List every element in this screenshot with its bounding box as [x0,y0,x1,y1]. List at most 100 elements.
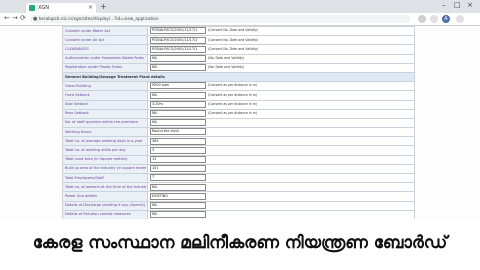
form-row-value-cell: NIL (Consent as per distance in m) [147,108,415,119]
form-row: Consent under Water Act PCB/ALP/ICO/2001/… [62,25,415,37]
form-input[interactable]: 13 [150,156,206,163]
extension-icon[interactable] [418,15,426,23]
form-row-label: Consent under Air Act [62,35,148,46]
form-input[interactable]: NIL [150,211,206,219]
form-input[interactable]: EXISTING [150,192,206,200]
address-bar[interactable]: ● keralapcb.nic.in/xgn/sites/display/...… [30,15,410,23]
form-row-value-cell: NIL [147,117,415,129]
form-row: Built up area of the Industry (in square… [62,163,415,175]
form-row-value-cell: NIL (No. Date and Validity) [147,53,415,64]
form-row-value-cell: NIL [147,182,415,193]
form-input[interactable]: NIL [150,110,206,118]
form-row-label: No. of staff quarters within the premise… [62,117,148,129]
form-row-label: Registration under Plastic Rules [62,62,148,73]
form-input[interactable]: PCB/ALP/ICO/2001/11/17/1 [150,45,206,53]
form-row-value-cell: 3.20m (Consent as per distance in m) [147,99,415,110]
form-row-label: Authorization under Hazardous Waste Rule… [62,53,148,64]
form-row-value-cell: PCB/ALP/ICO/2001/11/17/1 (Consent No. Dat… [147,25,415,37]
form-input[interactable]: 101 [150,165,206,173]
new-tab-button[interactable]: + [100,2,107,11]
form-row: Total Land Area (in Square meters) 13 [62,154,415,165]
form-input[interactable]: PCB/ALP/ICO/2001/11/17/1 [150,27,206,35]
form-row-value-cell: 101 [147,163,415,175]
form-row: Total Employees/Staff 7 [62,172,415,184]
form-row-hint: (Consent as per distance in m) [208,101,258,106]
form-input[interactable]: NIL [150,91,206,99]
form-row-label: Total no. of average working days in a y… [62,136,148,147]
reload-icon[interactable]: ⟳ [20,14,26,22]
tab-title: XGN [38,5,50,11]
browser-tab[interactable]: XGN × [26,3,96,13]
form-row-value-cell: Round the clock [147,127,415,138]
form-row: Total no. of workers at the time of the … [62,182,415,193]
form-row-label: Front Setback [62,90,148,101]
maximize-button[interactable]: □ [454,1,461,9]
form-input[interactable]: 3.20m [150,101,206,108]
form-row-hint: (Consent No. Date and Validity) [208,46,259,51]
browser-tabstrip: XGN × + – □ × [0,0,480,13]
form-row-label: Total no. of working shifts per day [62,145,148,156]
form-input[interactable]: 3 [150,146,206,154]
caption-banner: കേരള സംസ്ഥാന മലിനീകരണ നിയന്ത്രണ ബോർഡ് [0,219,480,270]
application-form-table: Consent under Water Act PCB/ALP/ICO/2001/… [62,25,415,248]
form-input[interactable]: PCB/ALP/ICO/2001/11/17/1 [150,36,206,44]
form-row-value-cell: 7 [147,172,415,184]
form-row-label: Working Hours [62,127,148,138]
form-row-value-cell: 365 [147,136,415,147]
site-favicon-icon [29,5,35,11]
form-row-value-cell: 9500 sqm (Consent as per distance in m) [147,81,415,92]
form-input[interactable]: 7 [150,174,206,182]
caption-text: കേരള സംസ്ഥാന മലിനീകരണ നിയന്ത്രണ ബോർഡ് [32,233,448,253]
form-row-label: Details of Discharge pending if any (Spe… [62,200,148,211]
form-row-label: Side Setback [62,99,148,110]
form-row-label: Consent under Water Act [62,25,148,37]
form-input[interactable]: NIL [150,183,206,191]
form-row: Total no. of working shifts per day 3 [62,145,415,156]
form-row-value-cell: 3 [147,145,415,156]
form-row: No. of staff quarters within the premise… [62,117,415,129]
form-row: CLEARANCES PCB/ALP/ICO/2001/11/17/1 (Conse… [62,44,415,55]
window-close-button[interactable]: × [467,1,473,9]
form-input[interactable]: Round the clock [150,128,206,136]
form-input[interactable]: 9500 sqm [150,82,206,90]
form-row: Details of Discharge pending if any (Spe… [62,200,415,211]
form-row: Total no. of average working days in a y… [62,136,415,147]
form-row: Front Setback NIL (Consent as per distance… [62,90,415,101]
form-row-value-cell: 13 [147,154,415,165]
browser-toolbar: ← → ⟳ ● keralapcb.nic.in/xgn/sites/displ… [0,13,480,26]
form-row-label: Total Employees/Staff [62,172,148,184]
form-row-label: Total no. of workers at the time of the … [62,182,148,193]
form-row-value-cell: NIL (No. Date and Validity) [147,62,415,73]
form-row-value-cell: NIL (Consent as per distance in m) [147,90,415,101]
form-row-hint: (Consent No. Date and Validity) [208,37,259,42]
form-row: Working Hours Round the clock [62,127,415,138]
minimize-button[interactable]: – [442,1,446,9]
form-input[interactable]: 365 [150,137,206,145]
form-row-value-cell: NIL [147,200,415,211]
form-row-hint: (Consent as per distance in m) [208,92,258,97]
form-row-hint: (No. Date and Validity) [208,65,245,70]
bookmark-icon[interactable] [430,15,438,23]
form-row-value-cell: PCB/ALP/ICO/2001/11/17/1 (Consent No. Dat… [147,44,415,55]
profile-avatar[interactable]: A [442,15,450,23]
form-row: Consent under Air Act PCB/ALP/ICO/2001/11… [62,35,415,46]
form-input[interactable]: NIL [150,64,206,72]
form-input[interactable]: NIL [150,119,206,127]
menu-icon[interactable] [456,15,464,23]
form-row-label: Power Sub details [62,191,148,202]
form-row: Registration under Plastic Rules NIL (No. … [62,62,415,73]
form-input[interactable]: NIL [150,202,206,209]
forward-icon[interactable]: → [12,14,18,22]
back-icon[interactable]: ← [4,14,10,22]
form-row: Power Sub details EXISTING [62,191,415,202]
form-row-label: General Building/Sewage Treatment Plant … [62,71,415,83]
form-row-value-cell: PCB/ALP/ICO/2001/11/17/1 (Consent No. Dat… [147,35,415,46]
form-input[interactable]: NIL [150,55,206,62]
form-row: Gross Building 9500 sqm (Consent as per di… [62,81,415,92]
form-row: General Building/Sewage Treatment Plant … [62,71,415,83]
lock-icon: ● [33,16,38,22]
tab-close-icon[interactable]: × [88,3,93,13]
form-row: Rear Setback NIL (Consent as per distance … [62,108,415,119]
form-row-label: Total Land Area (in Square meters) [62,154,148,165]
form-row: Side Setback 3.20m (Consent as per distanc… [62,99,415,110]
